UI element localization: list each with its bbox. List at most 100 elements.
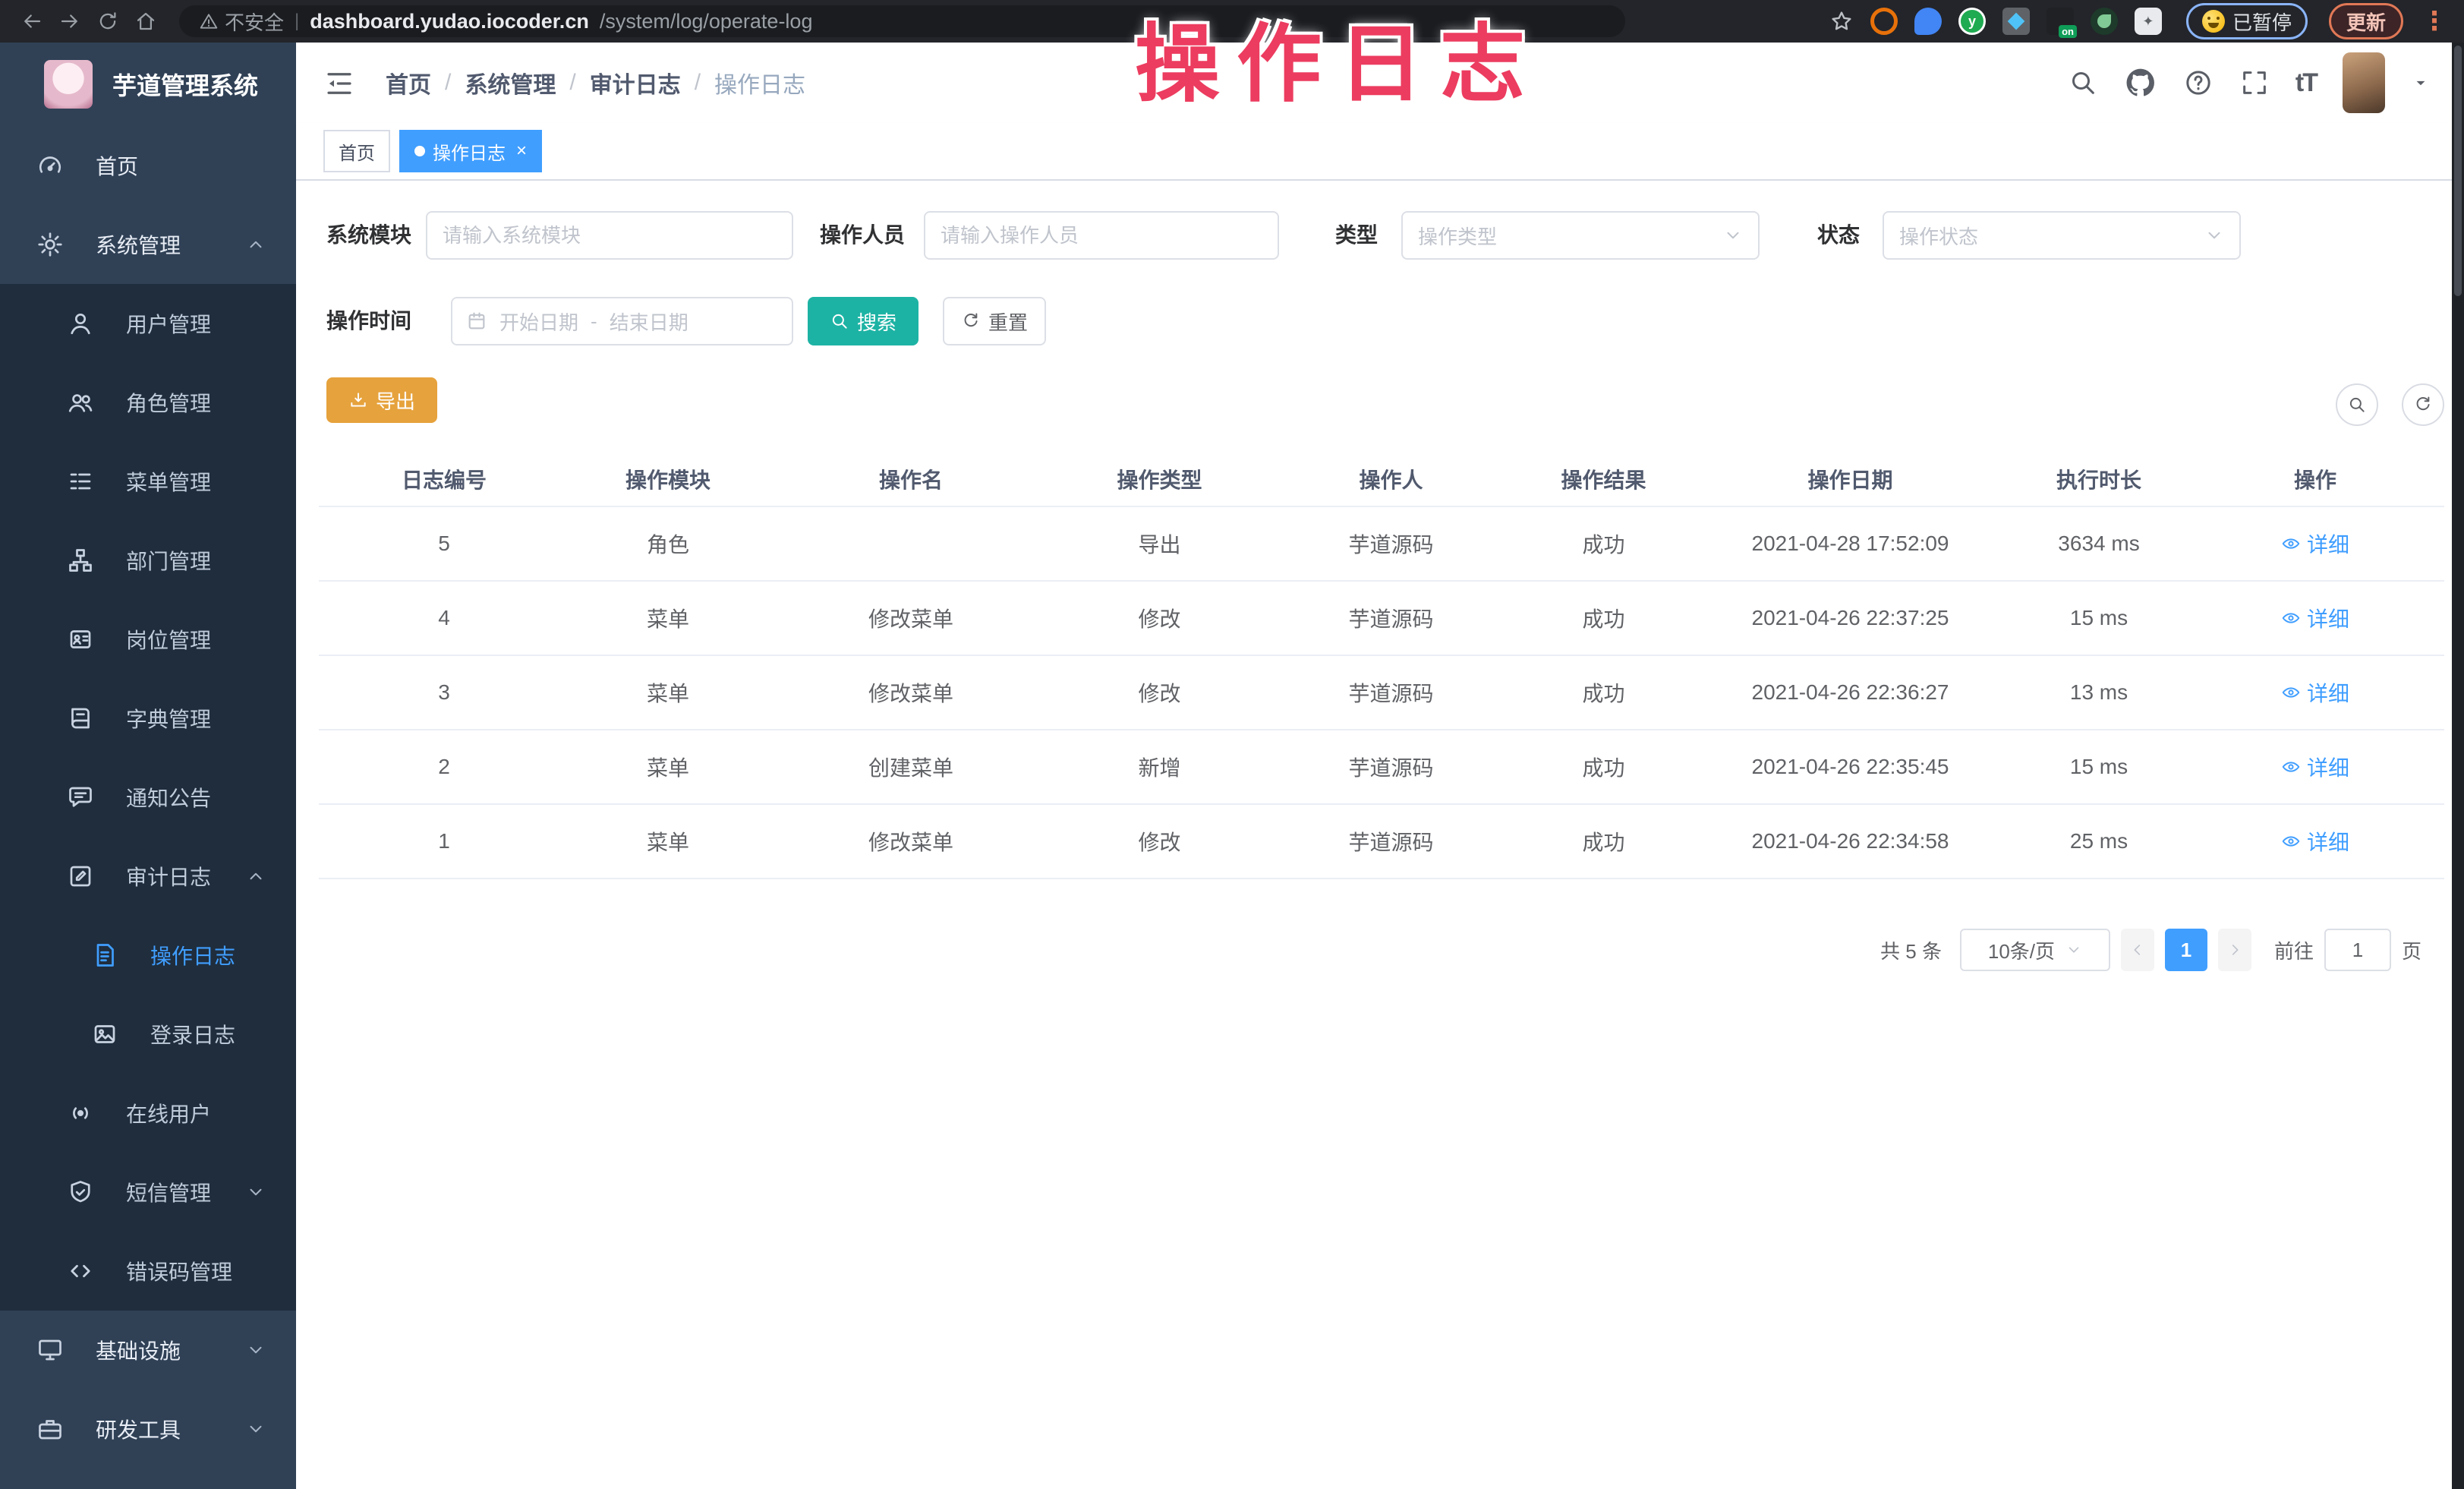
cell-date: 2021-04-26 22:36:27 — [1689, 680, 2012, 705]
font-size-icon[interactable]: tT — [2295, 68, 2317, 98]
extension-icon[interactable] — [2002, 8, 2030, 35]
extension-icon[interactable] — [1870, 8, 1898, 35]
sidebar-item-错误码管理[interactable]: 错误码管理 — [0, 1232, 296, 1311]
logo[interactable]: 芋道管理系统 — [0, 43, 296, 126]
url-host: dashboard.yudao.iocoder.cn — [310, 10, 589, 33]
refresh-table-button[interactable] — [2402, 383, 2444, 426]
cell-action: 详细 — [2186, 677, 2444, 708]
browser-menu-icon[interactable]: ⋮ — [2421, 6, 2447, 36]
goto-page-input[interactable] — [2324, 929, 2391, 971]
detail-link[interactable]: 详细 — [2281, 677, 2349, 708]
fullscreen-icon[interactable] — [2239, 68, 2270, 98]
main-panel: 首页 / 系统管理 / 审计日志 / 操作日志 tT — [296, 43, 2452, 1489]
sidebar-item-角色管理[interactable]: 角色管理 — [0, 363, 296, 442]
export-button[interactable]: 导出 — [326, 377, 437, 423]
github-icon[interactable] — [2124, 66, 2157, 99]
home-icon[interactable] — [131, 6, 161, 36]
breadcrumb-item[interactable]: 审计日志 — [590, 66, 681, 99]
table-row: 5角色导出芋道源码成功2021-04-28 17:52:093634 ms详细 — [319, 507, 2444, 582]
eye-icon — [2281, 534, 2301, 554]
close-icon[interactable]: × — [516, 142, 527, 160]
not-secure-warning[interactable]: 不安全 — [199, 8, 284, 36]
page-1-button[interactable]: 1 — [2165, 929, 2207, 971]
sidebar-item-系统管理[interactable]: 系统管理 — [0, 205, 296, 284]
breadcrumb-item[interactable]: 系统管理 — [465, 66, 556, 99]
detail-link[interactable]: 详细 — [2281, 826, 2349, 856]
sidebar-item-通知公告[interactable]: 通知公告 — [0, 758, 296, 837]
column-header: 操作模块 — [569, 464, 767, 494]
reload-icon[interactable] — [93, 6, 123, 36]
module-input[interactable] — [426, 211, 793, 260]
hamburger-icon[interactable] — [323, 68, 355, 99]
tags-bar: 首页 操作日志 × — [296, 123, 2452, 181]
chevron-down-icon — [246, 1182, 266, 1202]
extension-icon[interactable] — [2091, 8, 2118, 35]
sidebar-item-登录日志[interactable]: 登录日志 — [0, 995, 296, 1074]
avatar[interactable] — [2343, 52, 2385, 113]
eye-icon — [2281, 608, 2301, 628]
dashboard-icon — [36, 152, 64, 179]
cell-type: 修改 — [1055, 826, 1264, 856]
detail-link[interactable]: 详细 — [2281, 752, 2349, 782]
next-page-button[interactable] — [2218, 929, 2251, 971]
online-icon — [67, 1099, 94, 1127]
date-range-picker[interactable]: 开始日期 - 结束日期 — [451, 297, 793, 345]
sidebar-item-字典管理[interactable]: 字典管理 — [0, 679, 296, 758]
prev-page-button[interactable] — [2121, 929, 2154, 971]
extension-icon[interactable]: y — [1958, 8, 1986, 35]
page-size-select[interactable]: 10条/页 — [1960, 929, 2110, 971]
sidebar-item-短信管理[interactable]: 短信管理 — [0, 1153, 296, 1232]
search-button[interactable]: 搜索 — [808, 297, 918, 345]
extension-icon[interactable] — [1914, 8, 1942, 35]
sidebar-item-label: 部门管理 — [126, 545, 211, 576]
back-icon[interactable] — [17, 6, 47, 36]
sidebar-item-label: 用户管理 — [126, 308, 211, 339]
operator-label: 操作人员 — [820, 211, 905, 260]
book-icon — [67, 705, 94, 732]
breadcrumb-item[interactable]: 首页 — [386, 66, 431, 99]
search-icon[interactable] — [2068, 68, 2098, 98]
cell-date: 2021-04-26 22:34:58 — [1689, 829, 2012, 853]
paused-badge[interactable]: 已暂停 — [2186, 3, 2308, 39]
reset-button[interactable]: 重置 — [943, 297, 1046, 345]
sidebar-item-菜单管理[interactable]: 菜单管理 — [0, 442, 296, 521]
time-label: 操作时间 — [326, 297, 411, 345]
toggle-search-button[interactable] — [2336, 383, 2378, 426]
detail-link[interactable]: 详细 — [2281, 528, 2349, 559]
sidebar-item-用户管理[interactable]: 用户管理 — [0, 284, 296, 363]
bookmark-star-icon[interactable] — [1829, 9, 1854, 33]
sidebar-item-部门管理[interactable]: 部门管理 — [0, 521, 296, 600]
extension-icon[interactable]: on — [2047, 8, 2074, 35]
message-icon — [67, 784, 94, 811]
type-select[interactable]: 操作类型 — [1401, 211, 1760, 260]
annotation-overlay: 操作日志 — [1135, 0, 1542, 118]
pagination: 共 5 条 10条/页 1 前往 页 — [1880, 929, 2421, 971]
cell-operator: 芋道源码 — [1264, 677, 1518, 708]
extension-icon[interactable]: ✦ — [2135, 8, 2162, 35]
emoji-icon — [2202, 10, 2225, 33]
chevron-down-icon — [246, 1340, 266, 1360]
chevron-down-icon[interactable] — [2411, 73, 2431, 93]
scrollbar[interactable] — [2452, 43, 2464, 1489]
monitor-icon — [36, 1336, 64, 1364]
forward-icon[interactable] — [55, 6, 85, 36]
tab-home[interactable]: 首页 — [323, 130, 390, 172]
sidebar-item-首页[interactable]: 首页 — [0, 126, 296, 205]
cell-module: 菜单 — [569, 826, 767, 856]
help-icon[interactable] — [2183, 68, 2214, 98]
cell-name: 修改菜单 — [767, 826, 1055, 856]
sidebar-item-基础设施[interactable]: 基础设施 — [0, 1311, 296, 1390]
tab-operate-log[interactable]: 操作日志 × — [399, 130, 542, 172]
sidebar-item-在线用户[interactable]: 在线用户 — [0, 1074, 296, 1153]
sidebar-item-label: 角色管理 — [126, 387, 211, 418]
sidebar-item-审计日志[interactable]: 审计日志 — [0, 837, 296, 916]
sidebar-item-研发工具[interactable]: 研发工具 — [0, 1390, 296, 1468]
sidebar-item-操作日志[interactable]: 操作日志 — [0, 916, 296, 995]
operator-input[interactable] — [924, 211, 1279, 260]
status-select[interactable]: 操作状态 — [1883, 211, 2241, 260]
sidebar-item-岗位管理[interactable]: 岗位管理 — [0, 600, 296, 679]
update-button[interactable]: 更新 — [2329, 3, 2403, 39]
detail-link[interactable]: 详细 — [2281, 603, 2349, 633]
cell-operator: 芋道源码 — [1264, 826, 1518, 856]
column-header: 操作结果 — [1518, 464, 1689, 494]
